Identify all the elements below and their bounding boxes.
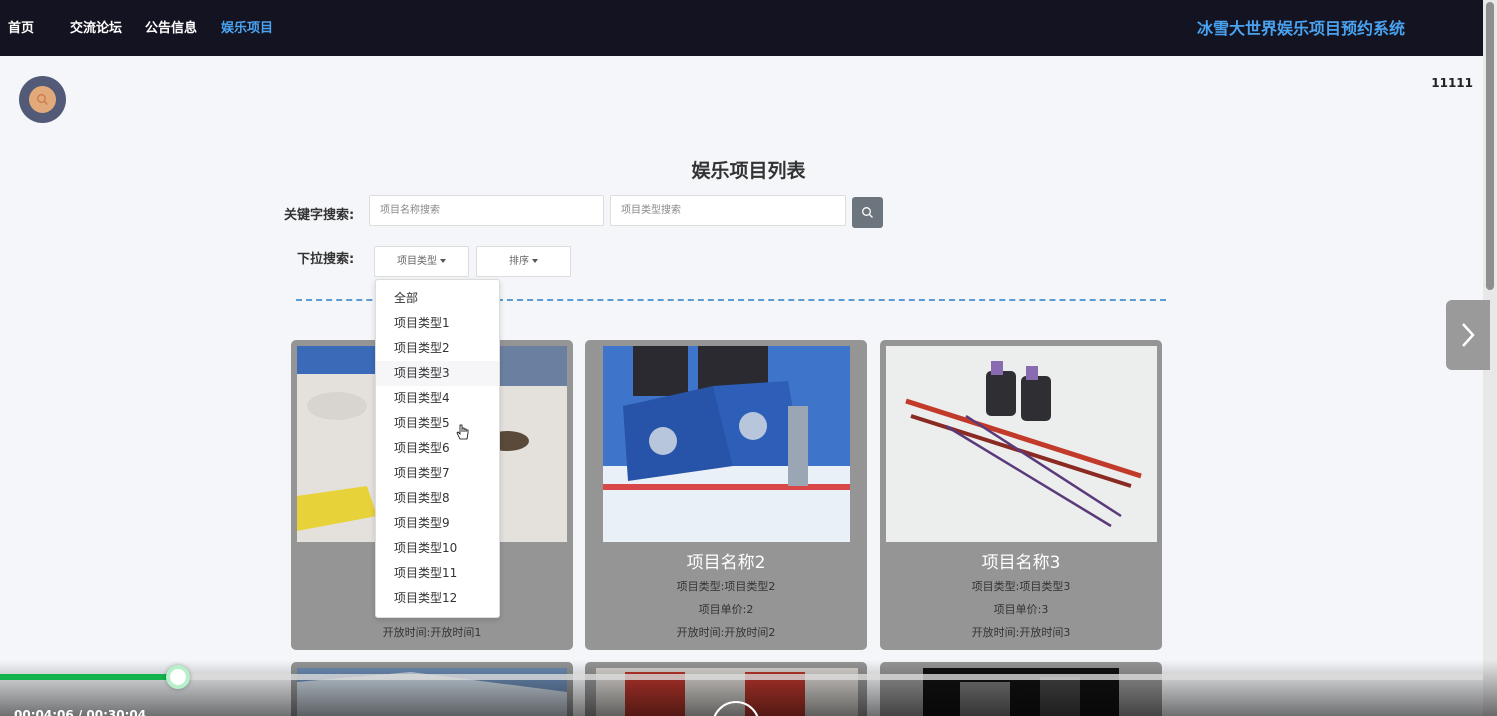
project-time: 开放时间:开放时间2 [676,626,776,639]
page-title: 娱乐项目列表 [691,160,806,182]
video-progress-track[interactable] [0,674,1483,680]
sort-dropdown-label: 排序 [509,256,529,267]
project-type-menu: 全部 项目类型1 项目类型2 项目类型3 项目类型4 项目类型5 项目类型6 项… [375,279,500,618]
project-type-search-input[interactable] [610,195,846,226]
project-name-search-input[interactable] [369,195,604,226]
dropdown-search-label: 下拉搜索: [297,252,355,267]
project-name: 项目名称2 [686,553,766,573]
project-type-dropdown[interactable]: 项目类型 [374,246,469,277]
search-icon [862,207,873,218]
project-image-3 [886,346,1157,542]
nav-entertainment[interactable]: 娱乐项目 [221,17,273,36]
menu-item-type-12[interactable]: 项目类型12 [376,586,499,611]
project-time: 开放时间:开放时间3 [971,626,1071,639]
menu-item-type-1[interactable]: 项目类型1 [376,311,499,336]
chevron-right-icon [1462,323,1475,347]
video-progress-fill [0,674,178,680]
nav-forum[interactable]: 交流论坛 [70,17,122,36]
menu-item-type-9[interactable]: 项目类型9 [376,511,499,536]
menu-item-type-11[interactable]: 项目类型11 [376,561,499,586]
sort-dropdown[interactable]: 排序 [476,246,571,277]
menu-item-type-2[interactable]: 项目类型2 [376,336,499,361]
site-title: 冰雪大世界娱乐项目预约系统 [1196,19,1405,38]
project-type-dropdown-label: 项目类型 [397,256,437,267]
menu-item-all[interactable]: 全部 [376,286,499,311]
project-time: 开放时间:开放时间1 [382,626,482,639]
top-nav: 首页 交流论坛 公告信息 娱乐项目 冰雪大世界娱乐项目预约系统 [0,0,1483,56]
nav-announcements[interactable]: 公告信息 [145,17,197,36]
menu-item-type-6[interactable]: 项目类型6 [376,436,499,461]
menu-item-type-5[interactable]: 项目类型5 [376,411,499,436]
search-icon [37,94,48,105]
next-arrow-button[interactable] [1446,300,1490,370]
project-card-2[interactable]: 项目名称2 项目类型:项目类型2 项目单价:2 开放时间:开放时间2 [585,340,867,650]
project-image-2 [603,346,850,542]
project-price: 项目单价:3 [993,603,1049,616]
project-price: 项目单价:2 [698,603,754,616]
username[interactable]: 11111 [1431,76,1473,90]
menu-item-type-7[interactable]: 项目类型7 [376,461,499,486]
project-name: 项目名称3 [981,553,1061,573]
menu-item-type-3[interactable]: 项目类型3 [376,361,499,386]
nav-home[interactable]: 首页 [8,17,34,36]
project-card-3[interactable]: 项目名称3 项目类型:项目类型3 项目单价:3 开放时间:开放时间3 [880,340,1162,650]
project-type: 项目类型:项目类型3 [971,580,1071,593]
video-progress-handle[interactable] [166,665,190,689]
menu-item-type-4[interactable]: 项目类型4 [376,386,499,411]
avatar[interactable] [19,76,66,123]
caret-down-icon [532,259,538,263]
search-button[interactable] [852,197,883,228]
caret-down-icon [440,259,446,263]
keyword-search-label: 关键字搜索: [284,208,355,223]
scrollbar-thumb[interactable] [1486,2,1494,290]
hand-cursor-icon [456,424,469,440]
video-time: 00:04:06 / 00:30:04 [14,708,147,716]
menu-item-type-10[interactable]: 项目类型10 [376,536,499,561]
project-type: 项目类型:项目类型2 [676,580,776,593]
menu-item-type-8[interactable]: 项目类型8 [376,486,499,511]
